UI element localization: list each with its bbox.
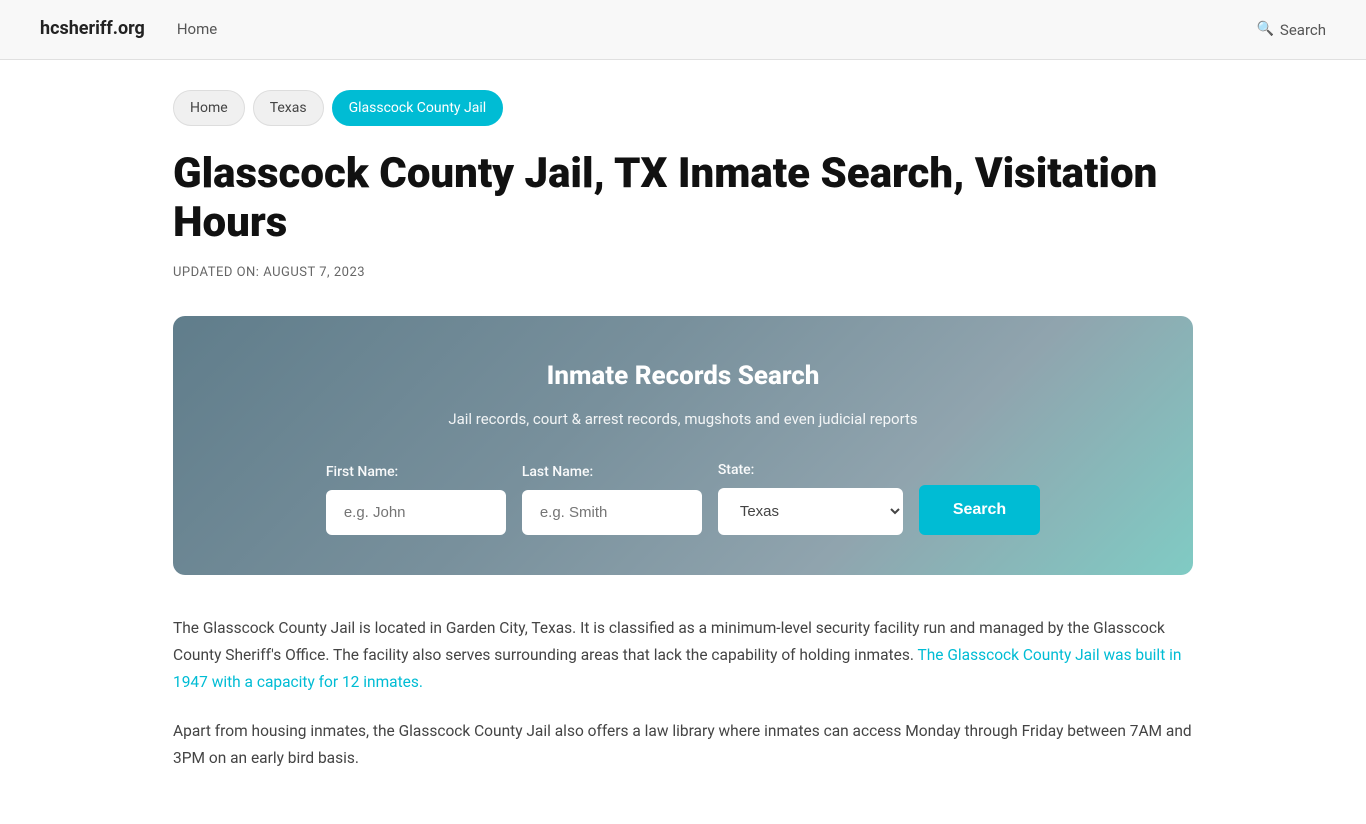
search-icon: 🔍 <box>1256 18 1273 40</box>
state-label: State: <box>718 459 755 481</box>
last-name-label: Last Name: <box>522 461 593 483</box>
state-select[interactable]: AlabamaAlaskaArizonaArkansasCaliforniaCo… <box>718 488 903 535</box>
updated-on: UPDATED ON: AUGUST 7, 2023 <box>173 263 1193 284</box>
updated-label: UPDATED ON: <box>173 265 259 280</box>
search-panel-title: Inmate Records Search <box>223 356 1143 398</box>
search-button[interactable]: Search <box>919 485 1040 535</box>
site-logo[interactable]: hcsheriff.org <box>40 15 145 44</box>
breadcrumb-current[interactable]: Glasscock County Jail <box>332 90 504 126</box>
body-paragraph-1: The Glasscock County Jail is located in … <box>173 615 1193 696</box>
header-search-button[interactable]: 🔍 Search <box>1256 18 1326 42</box>
header-search-label: Search <box>1280 18 1326 42</box>
last-name-input[interactable] <box>522 490 702 535</box>
breadcrumb: Home Texas Glasscock County Jail <box>173 90 1193 126</box>
first-name-label: First Name: <box>326 461 398 483</box>
updated-date: AUGUST 7, 2023 <box>263 265 365 280</box>
header-left: hcsheriff.org Home <box>40 15 217 44</box>
breadcrumb-home[interactable]: Home <box>173 90 245 126</box>
state-group: State: AlabamaAlaskaArizonaArkansasCalif… <box>718 459 903 534</box>
page-title: Glasscock County Jail, TX Inmate Search,… <box>173 150 1193 247</box>
breadcrumb-texas[interactable]: Texas <box>253 90 324 126</box>
first-name-input[interactable] <box>326 490 506 535</box>
search-panel: Inmate Records Search Jail records, cour… <box>173 316 1193 575</box>
first-name-group: First Name: <box>326 461 506 534</box>
main-content: Home Texas Glasscock County Jail Glassco… <box>133 60 1233 824</box>
site-header: hcsheriff.org Home 🔍 Search <box>0 0 1366 60</box>
last-name-group: Last Name: <box>522 461 702 534</box>
search-panel-subtitle: Jail records, court & arrest records, mu… <box>223 407 1143 431</box>
inmate-search-form: First Name: Last Name: State: AlabamaAla… <box>223 459 1143 534</box>
body-paragraph-2: Apart from housing inmates, the Glasscoc… <box>173 718 1193 772</box>
nav-home-link[interactable]: Home <box>177 17 217 41</box>
